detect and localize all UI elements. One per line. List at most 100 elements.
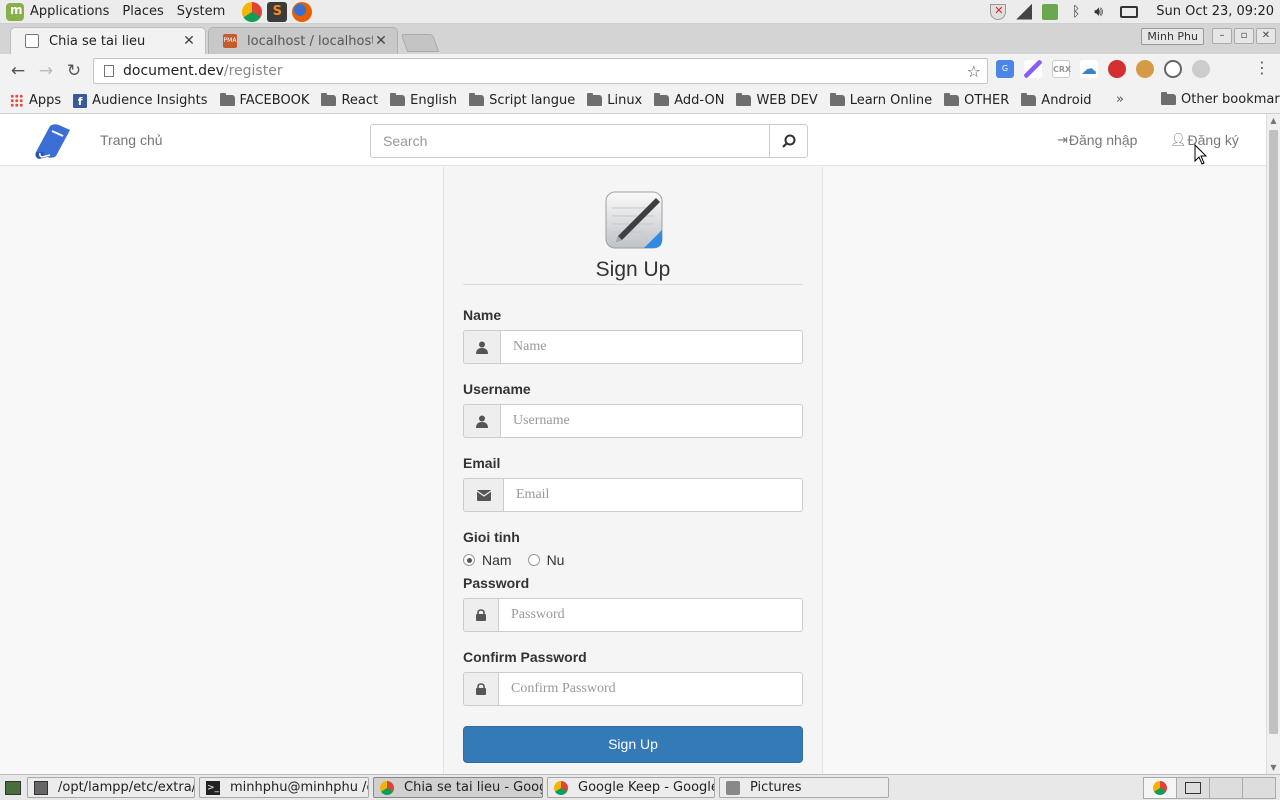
scroll-down-icon[interactable]: ▼ (1267, 763, 1280, 772)
taskbar-item[interactable]: >_minhphu@minhphu /o... (199, 777, 369, 798)
gender-male-radio[interactable] (463, 554, 475, 566)
chrome-launcher-icon[interactable] (242, 1, 263, 22)
envelope-icon (463, 478, 503, 512)
google-translate-icon[interactable]: G (996, 60, 1014, 78)
folder-icon (390, 93, 406, 106)
workspace-3[interactable] (1209, 776, 1243, 799)
confirm-password-input-group (463, 672, 803, 706)
bookmark-folder-add-on[interactable]: Add-ON (654, 93, 724, 108)
forward-icon[interactable]: → (32, 57, 60, 85)
firefox-launcher-icon[interactable] (292, 1, 313, 22)
bookmark-apps[interactable]: Apps (10, 93, 61, 108)
page-info-icon[interactable] (104, 65, 114, 77)
bookmark-folder-script-langue[interactable]: Script langue (469, 93, 575, 108)
network-icon[interactable] (1042, 3, 1059, 20)
menu-places[interactable]: Places (122, 4, 163, 19)
page-scrollbar[interactable]: ▲ ▼ (1266, 114, 1280, 774)
tab-chia-se-tai-lieu[interactable]: Chia se tai lieu ✕ (10, 27, 206, 54)
clock[interactable]: Sun Oct 23, 09:20 (1156, 4, 1274, 19)
password-input[interactable] (498, 598, 803, 632)
gender-male-label[interactable]: Nam (482, 552, 512, 568)
back-icon[interactable]: ← (4, 57, 32, 85)
taskbar-item[interactable]: Google Keep - Google... (547, 777, 715, 798)
acrobat-extension-icon[interactable] (1108, 60, 1126, 78)
profile-button[interactable]: Minh Phu (1141, 28, 1204, 45)
bookmark-folder-android[interactable]: Android (1021, 93, 1092, 108)
taskbar-item[interactable]: /opt/lampp/etc/extra/... (27, 777, 195, 798)
bookmarks-overflow-icon[interactable]: » (1116, 92, 1124, 107)
gender-female-label[interactable]: Nu (547, 552, 565, 568)
tab-close-icon[interactable]: ✕ (181, 33, 197, 49)
cloud-extension-icon[interactable]: ☁ (1080, 60, 1098, 78)
signup-pen-icon (605, 191, 663, 249)
browser-menu-icon[interactable]: ⋮ (1254, 58, 1270, 77)
bookmark-folder-facebook[interactable]: FACEBOOK (219, 93, 309, 108)
window-icon (1185, 781, 1201, 794)
email-input[interactable] (503, 478, 803, 512)
bookmark-folder-learn-online[interactable]: Learn Online (829, 93, 932, 108)
menu-applications[interactable]: Applications (30, 4, 109, 19)
tab-close-icon[interactable]: ✕ (373, 33, 389, 49)
signal-icon[interactable] (1016, 3, 1033, 20)
bluetooth-icon[interactable]: ᛒ (1068, 4, 1084, 20)
chrome-icon (554, 780, 568, 795)
folder-icon (219, 93, 235, 106)
pen-extension-icon[interactable] (1024, 60, 1042, 78)
bookmark-star-icon[interactable]: ☆ (967, 62, 981, 81)
battery-icon[interactable] (1120, 5, 1139, 18)
folder-icon (1021, 93, 1037, 106)
close-window-icon[interactable]: ✕ (1256, 28, 1276, 44)
workspace-2[interactable] (1176, 776, 1210, 799)
volume-icon[interactable]: 🔊︎ (1094, 4, 1110, 20)
sign-up-button[interactable]: Sign Up (463, 726, 803, 763)
signup-panel: Sign Up Name Username Email Gioi tinh (443, 167, 823, 774)
maximize-icon[interactable]: ▫ (1234, 28, 1254, 44)
username-input[interactable] (500, 404, 803, 438)
scroll-up-icon[interactable]: ▲ (1267, 116, 1280, 125)
reload-icon[interactable]: ↻ (60, 57, 88, 85)
mint-menu-icon[interactable] (6, 2, 24, 21)
new-tab-button[interactable] (400, 34, 440, 52)
minimize-icon[interactable]: – (1212, 28, 1232, 44)
bookmarks-bar: Apps f Audience Insights FACEBOOK React E… (0, 88, 1280, 114)
confirm-password-input[interactable] (498, 672, 803, 706)
taskbar-item[interactable]: Pictures (719, 777, 889, 798)
menu-system[interactable]: System (177, 4, 225, 19)
crx-extension-icon[interactable]: CRX (1052, 60, 1071, 78)
update-shield-icon[interactable] (990, 3, 1007, 20)
bookmark-folder-react[interactable]: React (321, 93, 378, 108)
show-desktop-icon[interactable] (5, 780, 21, 795)
sublime-launcher-icon[interactable]: S (267, 1, 288, 22)
bookmark-folder-english[interactable]: English (390, 93, 457, 108)
user-icon (463, 404, 500, 438)
bookmark-audience-insights[interactable]: f Audience Insights (73, 93, 208, 108)
other-bookmarks[interactable]: Other bookmarks (1161, 92, 1280, 107)
taskbar-item[interactable]: Chia se tai lieu - Goog... (373, 777, 543, 798)
signup-title: Sign Up (595, 258, 671, 281)
email-input-group (463, 478, 803, 512)
workspace-4[interactable] (1242, 776, 1276, 799)
nav-login-label: Đăng nhập (1068, 132, 1138, 148)
search-button[interactable] (770, 124, 808, 158)
folder-icon (321, 93, 337, 106)
hand-extension-icon[interactable] (1192, 60, 1210, 78)
address-bar[interactable]: document.dev/register ☆ (93, 58, 988, 84)
name-label: Name (463, 307, 502, 323)
site-search (370, 124, 808, 158)
bookmark-folder-web-dev[interactable]: WEB DEV (736, 93, 818, 108)
timer-extension-icon[interactable] (1164, 60, 1182, 78)
folder-icon (587, 93, 603, 106)
cookie-extension-icon[interactable] (1136, 60, 1154, 78)
name-input[interactable] (500, 330, 803, 364)
search-input[interactable] (370, 124, 770, 158)
scrollbar-thumb[interactable] (1269, 130, 1278, 734)
book-logo-icon[interactable] (30, 122, 72, 160)
bookmark-folder-linux[interactable]: Linux (587, 93, 642, 108)
folder-icon (829, 93, 845, 106)
tab-localhost[interactable]: PMA localhost / localhost / la ✕ (208, 27, 398, 54)
nav-home-link[interactable]: Trang chủ (100, 132, 163, 148)
workspace-1[interactable] (1143, 776, 1177, 799)
nav-login-link[interactable]: ⇥ Đăng nhập (1057, 132, 1137, 148)
bookmark-folder-other[interactable]: OTHER (944, 93, 1009, 108)
gender-female-radio[interactable] (527, 554, 540, 566)
